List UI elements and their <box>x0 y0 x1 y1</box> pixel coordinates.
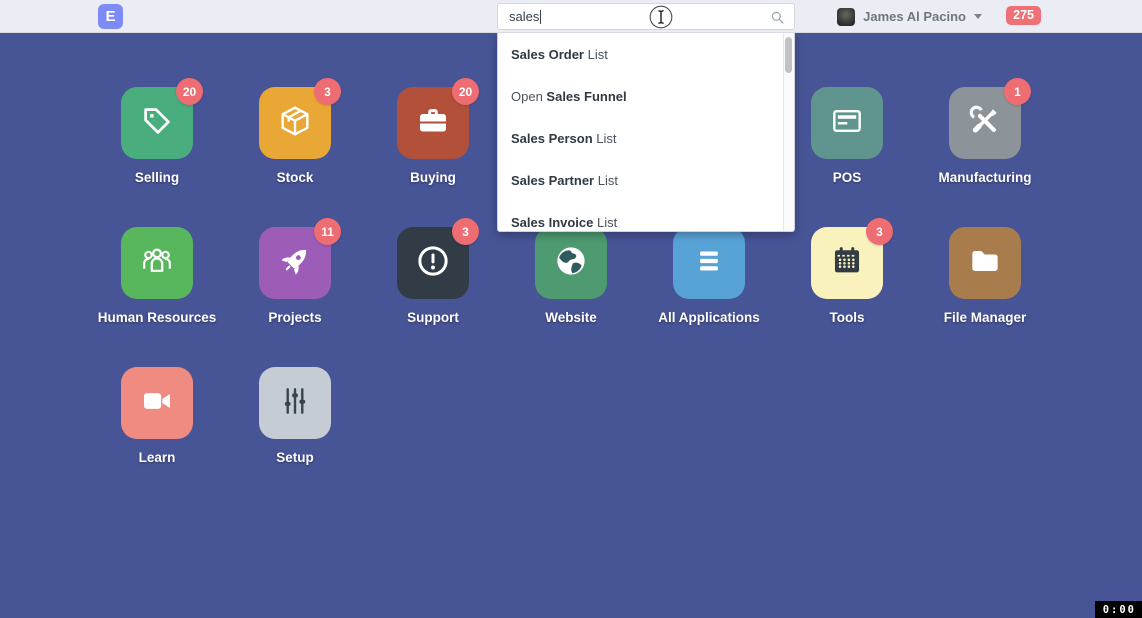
module-file-manager[interactable]: File Manager <box>916 227 1054 367</box>
search-result-item[interactable]: Sales Order List <box>498 33 794 75</box>
module-label: Tools <box>830 310 865 325</box>
search-result-item[interactable]: Sales Partner List <box>498 159 794 201</box>
rocket-icon <box>276 242 314 285</box>
module-count-badge[interactable]: 3 <box>452 218 479 245</box>
module-website[interactable]: Website <box>502 227 640 367</box>
module-label: Stock <box>277 170 314 185</box>
global-search-input[interactable]: sales <box>497 3 795 30</box>
module-label: Projects <box>268 310 321 325</box>
pos-terminal-icon <box>828 102 866 145</box>
module-all-applications[interactable]: All Applications <box>640 227 778 367</box>
search-result-item[interactable]: Sales Invoice List <box>498 201 794 232</box>
search-query-text: sales <box>509 9 539 24</box>
search-icon <box>768 8 787 27</box>
module-setup[interactable]: Setup <box>226 367 364 507</box>
module-projects[interactable]: 11 Projects <box>226 227 364 367</box>
ibeam-cursor-icon <box>648 4 674 30</box>
module-label: Website <box>545 310 597 325</box>
module-label: Human Resources <box>98 310 217 325</box>
navbar: E sales <box>0 0 1142 33</box>
tools-crossed-icon <box>966 102 1004 145</box>
box-icon <box>276 102 314 145</box>
module-count-badge[interactable]: 1 <box>1004 78 1031 105</box>
user-avatar <box>837 8 855 26</box>
globe-icon <box>552 242 590 285</box>
people-icon <box>138 242 176 285</box>
menu-icon <box>690 242 728 285</box>
search-results-dropdown: Sales Order List Open Sales Funnel Sales… <box>497 33 795 232</box>
module-label: Manufacturing <box>939 170 1032 185</box>
module-stock[interactable]: 3 Stock <box>226 87 364 227</box>
text-caret <box>540 10 541 24</box>
recording-timer: 0:00 <box>1095 601 1142 618</box>
module-label: All Applications <box>658 310 760 325</box>
module-count-badge[interactable]: 20 <box>176 78 203 105</box>
module-label: Buying <box>410 170 456 185</box>
user-name: James Al Pacino <box>863 9 966 24</box>
app-logo[interactable]: E <box>98 4 123 29</box>
user-menu[interactable]: James Al Pacino <box>837 0 982 33</box>
alert-circle-icon <box>414 242 452 285</box>
chevron-down-icon <box>974 14 982 19</box>
video-camera-icon <box>138 382 176 425</box>
scrollbar-thumb[interactable] <box>785 37 792 73</box>
module-count-badge[interactable]: 3 <box>866 218 893 245</box>
module-count-badge[interactable]: 20 <box>452 78 479 105</box>
module-buying[interactable]: 20 Buying <box>364 87 502 227</box>
tag-icon <box>138 102 176 145</box>
module-pos[interactable]: POS <box>778 87 916 227</box>
module-label: Selling <box>135 170 179 185</box>
module-support[interactable]: 3 Support <box>364 227 502 367</box>
module-count-badge[interactable]: 3 <box>314 78 341 105</box>
briefcase-icon <box>414 102 452 145</box>
module-label: Support <box>407 310 459 325</box>
calendar-icon <box>828 242 866 285</box>
module-manufacturing[interactable]: 1 Manufacturing <box>916 87 1054 227</box>
module-label: Setup <box>276 450 314 465</box>
module-tools[interactable]: 3 Tools <box>778 227 916 367</box>
search-results-list: Sales Order List Open Sales Funnel Sales… <box>498 33 794 232</box>
module-count-badge[interactable]: 11 <box>314 218 341 245</box>
module-learn[interactable]: Learn <box>88 367 226 507</box>
module-label: POS <box>833 170 862 185</box>
notifications-badge[interactable]: 275 <box>1006 6 1041 25</box>
module-human-resources[interactable]: Human Resources <box>88 227 226 367</box>
module-label: File Manager <box>944 310 1027 325</box>
erpnext-desk: E sales <box>0 0 1142 618</box>
module-label: Learn <box>139 450 176 465</box>
module-selling[interactable]: 20 Selling <box>88 87 226 227</box>
search-result-item[interactable]: Open Sales Funnel <box>498 75 794 117</box>
folder-icon <box>966 242 1004 285</box>
scrollbar-track[interactable] <box>783 33 794 231</box>
search-result-item[interactable]: Sales Person List <box>498 117 794 159</box>
sliders-icon <box>276 382 314 425</box>
